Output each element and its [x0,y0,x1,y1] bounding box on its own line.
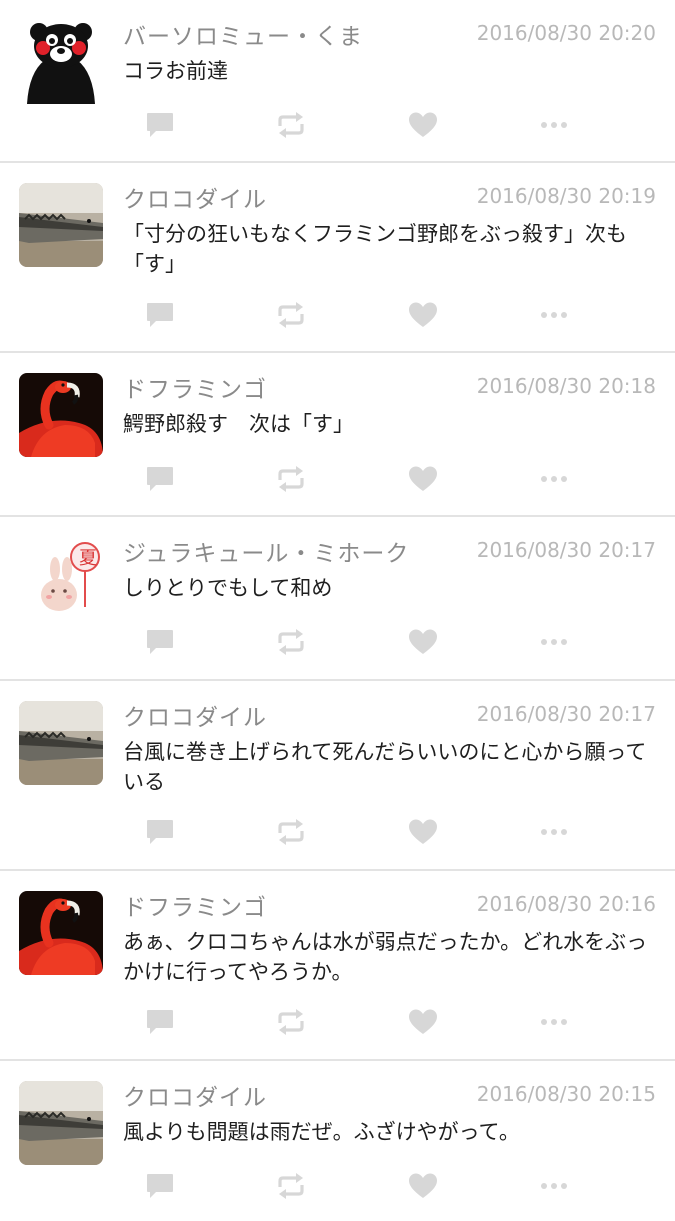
post-text: あぁ、クロコちゃんは水が弱点だったか。どれ水をぶっかけに行ってやろうか。 [123,930,648,984]
post-text: コラお前達 [123,59,228,83]
post-item[interactable]: クロコダイル 2016/08/30 20:17 台風に巻き上げられて死んだらいいのに… [0,681,675,871]
reply-icon[interactable] [140,812,180,852]
author-name[interactable]: クロコダイル [123,1078,267,1112]
post-timestamp: 2016/08/30 20:17 [476,538,656,562]
reply-icon[interactable] [140,1002,180,1042]
reply-icon[interactable] [140,622,180,662]
more-options-icon[interactable] [534,1166,574,1206]
reply-icon[interactable] [140,459,180,499]
reply-icon[interactable] [140,1166,180,1206]
timeline-feed: バーソロミュー・くま 2016/08/30 20:20 コラお前達クロコダイル 201… [0,0,675,1200]
author-name[interactable]: バーソロミュー・くま [123,17,363,51]
repost-icon[interactable] [271,1166,311,1206]
post-text: 「寸分の狂いもなくフラミンゴ野郎をぶっ殺す」次も「す」 [123,222,627,276]
post-timestamp: 2016/08/30 20:19 [476,184,656,208]
like-icon[interactable] [403,459,443,499]
post-item[interactable]: クロコダイル 2016/08/30 20:15 風よりも問題は雨だぜ。ふざけやがって… [0,1061,675,1221]
like-icon[interactable] [403,812,443,852]
avatar[interactable] [19,701,103,785]
repost-icon[interactable] [271,1002,311,1042]
post-actions [0,105,675,145]
author-name[interactable]: クロコダイル [123,180,267,214]
post-text: 風よりも問題は雨だぜ。ふざけやがって。 [123,1120,520,1144]
author-name[interactable]: ドフラミンゴ [123,888,267,922]
post-timestamp: 2016/08/30 20:20 [476,21,656,45]
like-icon[interactable] [403,295,443,335]
reply-icon[interactable] [140,105,180,145]
post-text: 鰐野郎殺す 次は「す」 [123,412,354,436]
avatar[interactable]: 夏 [19,537,103,621]
avatar[interactable] [19,20,103,104]
post-actions [0,1002,675,1042]
avatar[interactable] [19,183,103,267]
author-name[interactable]: ジュラキュール・ミホーク [123,534,409,568]
repost-icon[interactable] [271,295,311,335]
repost-icon[interactable] [271,622,311,662]
post-actions [0,295,675,335]
post-actions [0,622,675,662]
repost-icon[interactable] [271,105,311,145]
post-timestamp: 2016/08/30 20:15 [476,1082,656,1106]
post-item[interactable]: ドフラミンゴ 2016/08/30 20:18 鰐野郎殺す 次は「す」 [0,353,675,517]
more-options-icon[interactable] [534,1002,574,1042]
post-timestamp: 2016/08/30 20:16 [476,892,656,916]
svg-text:夏: 夏 [79,548,97,569]
post-item[interactable]: バーソロミュー・くま 2016/08/30 20:20 コラお前達 [0,0,675,163]
post-text: 台風に巻き上げられて死んだらいいのにと心から願っている [123,740,647,794]
repost-icon[interactable] [271,812,311,852]
post-timestamp: 2016/08/30 20:18 [476,374,656,398]
like-icon[interactable] [403,622,443,662]
post-timestamp: 2016/08/30 20:17 [476,702,656,726]
avatar[interactable] [19,373,103,457]
like-icon[interactable] [403,1166,443,1206]
author-name[interactable]: クロコダイル [123,698,267,732]
more-options-icon[interactable] [534,812,574,852]
more-options-icon[interactable] [534,295,574,335]
like-icon[interactable] [403,1002,443,1042]
like-icon[interactable] [403,105,443,145]
repost-icon[interactable] [271,459,311,499]
post-actions [0,812,675,852]
author-name[interactable]: ドフラミンゴ [123,370,267,404]
post-item[interactable]: クロコダイル 2016/08/30 20:19 「寸分の狂いもなくフラミンゴ野郎をぶ… [0,163,675,353]
more-options-icon[interactable] [534,105,574,145]
post-item[interactable]: ドフラミンゴ 2016/08/30 20:16 あぁ、クロコちゃんは水が弱点だったか… [0,871,675,1061]
post-actions [0,1166,675,1206]
post-item[interactable]: 夏 ジュラキュール・ミホーク 2016/08/30 20:17 しりとりでもして和め [0,517,675,681]
post-actions [0,459,675,499]
more-options-icon[interactable] [534,622,574,662]
avatar[interactable] [19,891,103,975]
post-text: しりとりでもして和め [123,576,333,600]
reply-icon[interactable] [140,295,180,335]
more-options-icon[interactable] [534,459,574,499]
avatar[interactable] [19,1081,103,1165]
